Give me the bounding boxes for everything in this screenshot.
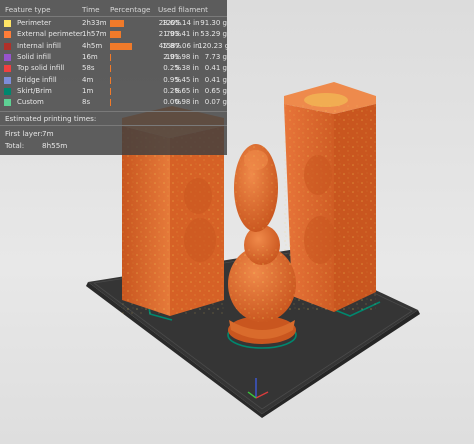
legend-row-skirt-brim[interactable]: Skirt/Brim 1m 0.2% 8.65 in 0.65 g [4, 86, 227, 97]
percentage-bar [110, 31, 121, 39]
filament-length: 703.41 in [165, 30, 199, 39]
feature-time: 4m [82, 75, 94, 84]
color-swatch [4, 31, 11, 39]
header-time: Time [82, 5, 100, 14]
filament-length: 5.38 in [174, 64, 199, 73]
color-swatch [4, 99, 11, 107]
legend-row-perimeter[interactable]: Perimeter 2h33m 28.6% 1205.14 in 91.30 g [4, 19, 227, 29]
percentage-bar [110, 20, 124, 27]
legend-panel: Feature type Time Percentage Used filame… [0, 0, 230, 155]
legend-row-bridge-infill[interactable]: Bridge infill 4m 0.9% 5.45 in 0.41 g [4, 75, 227, 86]
filament-weight: 7.73 g [204, 52, 227, 61]
feature-name: Custom [17, 98, 44, 107]
total-label: Total: [5, 141, 25, 150]
filament-weight: 0.07 g [204, 98, 227, 107]
percentage-bar [110, 99, 111, 107]
legend-row-top-solid-infill[interactable]: Top solid infill 58s 0.2% 5.38 in 0.41 g [4, 64, 227, 74]
filament-length: 8.65 in [174, 86, 199, 95]
first-layer-info: First layer: 7m [5, 130, 125, 140]
percentage-bar [110, 65, 111, 73]
percentage-bar [110, 42, 132, 50]
filament-length: 1587.06 in [162, 41, 200, 50]
filament-weight: 0.65 g [204, 86, 227, 95]
first-layer-value: 7m [42, 129, 54, 138]
color-swatch [4, 53, 11, 61]
color-swatch [4, 65, 11, 73]
feature-time: 4h5m [82, 41, 103, 50]
legend-row-custom[interactable]: Custom 8s 0.0% 0.98 in 0.07 g [4, 98, 227, 108]
filament-weight: 53.29 g [200, 30, 227, 39]
percentage-bar [110, 76, 111, 84]
feature-time: 8s [82, 98, 91, 107]
filament-length: 0.98 in [174, 98, 199, 107]
feature-time: 1m [82, 86, 94, 95]
section-divider [0, 111, 227, 112]
right-mold-block [284, 82, 376, 312]
color-swatch [4, 42, 11, 50]
feature-name: Skirt/Brim [17, 86, 52, 95]
feature-name: Solid infill [17, 52, 51, 61]
filament-weight: 120.23 g [198, 41, 230, 50]
legend-row-solid-infill[interactable]: Solid infill 16m 2.9% 101.98 in 7.73 g [4, 52, 227, 63]
legend-row-external-perimeter[interactable]: External perimeter 1h57m 21.9% 703.41 in 53.… [4, 30, 227, 40]
feature-time: 16m [82, 52, 98, 61]
color-swatch [4, 20, 11, 27]
filament-weight: 0.41 g [204, 75, 227, 84]
filament-weight: 91.30 g [200, 19, 227, 27]
feature-name: Perimeter [17, 19, 52, 27]
filament-length: 5.45 in [174, 75, 199, 84]
feature-time: 2h33m [82, 19, 107, 27]
total-value: 8h55m [42, 141, 68, 150]
estimated-divider [0, 125, 227, 126]
legend-row-internal-infill[interactable]: Internal infill 4h5m 45.8% 1587.06 in 120.23… [4, 41, 230, 52]
estimated-times-title: Estimated printing times: [5, 114, 97, 123]
header-divider [0, 16, 227, 17]
color-swatch [4, 76, 11, 84]
filament-length: 101.98 in [165, 52, 199, 61]
feature-name: Bridge infill [17, 75, 57, 84]
header-feature-type: Feature type [5, 5, 51, 14]
feature-time: 58s [82, 64, 95, 73]
header-used-filament: Used filament [158, 5, 209, 14]
first-layer-label: First layer: [5, 129, 43, 138]
feature-name: Internal infill [17, 41, 61, 50]
header-percentage: Percentage [110, 5, 151, 14]
total-info: Total: 8h55m [5, 142, 125, 152]
feature-time: 1h57m [82, 30, 107, 39]
filament-weight: 0.41 g [204, 64, 227, 73]
color-swatch [4, 87, 11, 95]
percentage-bar [110, 53, 112, 61]
feature-name: Top solid infill [17, 64, 65, 73]
percentage-bar [110, 87, 111, 95]
filament-length: 1205.14 in [162, 19, 200, 27]
feature-name: External perimeter [17, 30, 83, 39]
